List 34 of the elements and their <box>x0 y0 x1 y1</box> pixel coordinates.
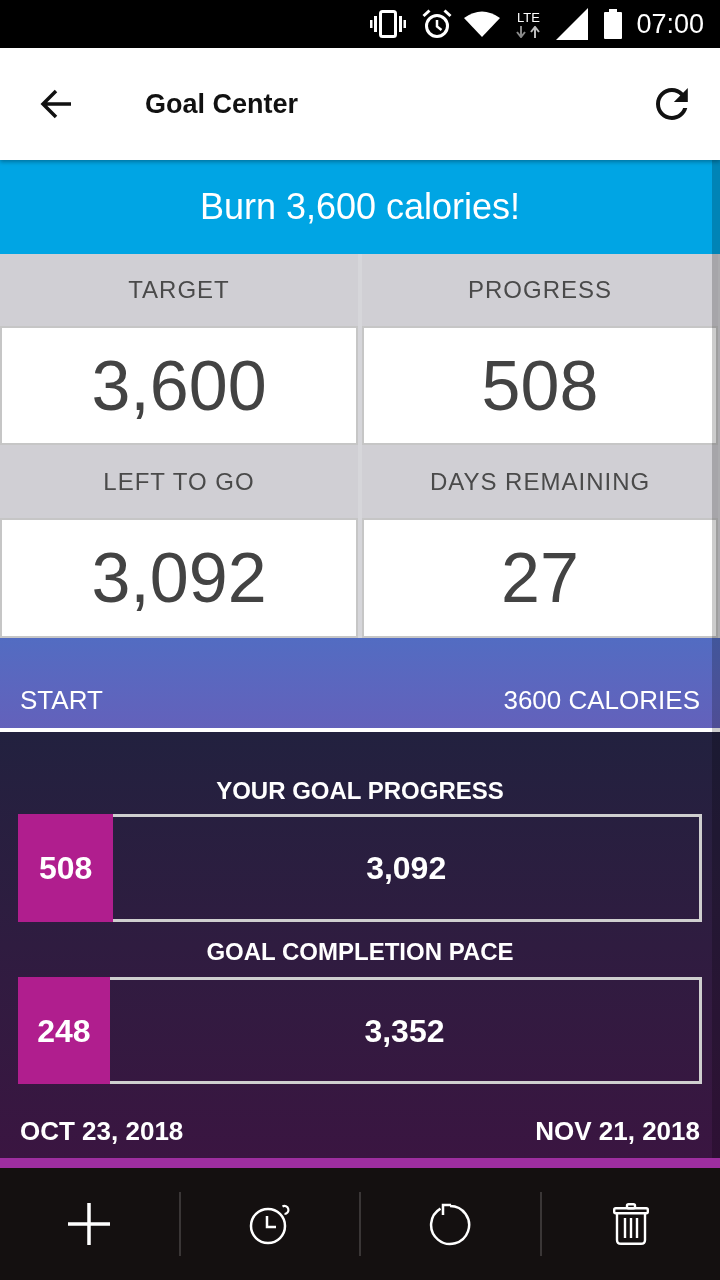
stat-value: 3,092 <box>91 543 267 613</box>
wifi-icon <box>464 11 501 37</box>
circular-arrow-icon <box>428 1202 473 1246</box>
network-type: LTE <box>516 10 540 25</box>
battery-icon <box>604 9 623 39</box>
progress-remaining-value: 3,092 <box>366 852 447 884</box>
screen-title: Goal Center <box>145 87 299 121</box>
vibrate-icon <box>370 10 407 38</box>
progress-done-value: 248 <box>37 1014 91 1047</box>
stat-label: LEFT TO GO <box>103 469 255 494</box>
stat-label: DAYS REMAINING <box>429 469 651 494</box>
plus-icon <box>68 1203 111 1245</box>
stopwatch-icon <box>248 1203 291 1245</box>
refresh-icon <box>656 88 688 120</box>
end-date: NOV 21, 2018 <box>535 1116 700 1146</box>
goal-title: Burn 3,600 calories! <box>199 189 521 225</box>
back-arrow-icon <box>40 89 72 119</box>
progress-title: YOUR GOAL PROGRESS <box>216 777 504 805</box>
up-down-arrows-icon <box>516 25 541 38</box>
stat-value: 508 <box>481 350 599 421</box>
stat-value: 27 <box>501 543 579 613</box>
stat-label: PROGRESS <box>468 278 612 302</box>
stat-label: TARGET <box>128 278 230 302</box>
progress-done-value: 508 <box>38 852 93 884</box>
clock-time: 07:00 <box>636 10 704 38</box>
range-start-label: START <box>20 685 103 715</box>
range-end-label: 3600 CALORIES <box>503 685 700 715</box>
start-date: OCT 23, 2018 <box>20 1116 184 1146</box>
cell-signal-icon <box>556 8 589 40</box>
trash-icon <box>612 1203 649 1245</box>
progress-remaining-value: 3,352 <box>364 1014 445 1047</box>
progress-title: GOAL COMPLETION PACE <box>206 938 514 966</box>
alarm-clock-icon <box>422 9 453 39</box>
stat-value: 3,600 <box>91 350 267 421</box>
